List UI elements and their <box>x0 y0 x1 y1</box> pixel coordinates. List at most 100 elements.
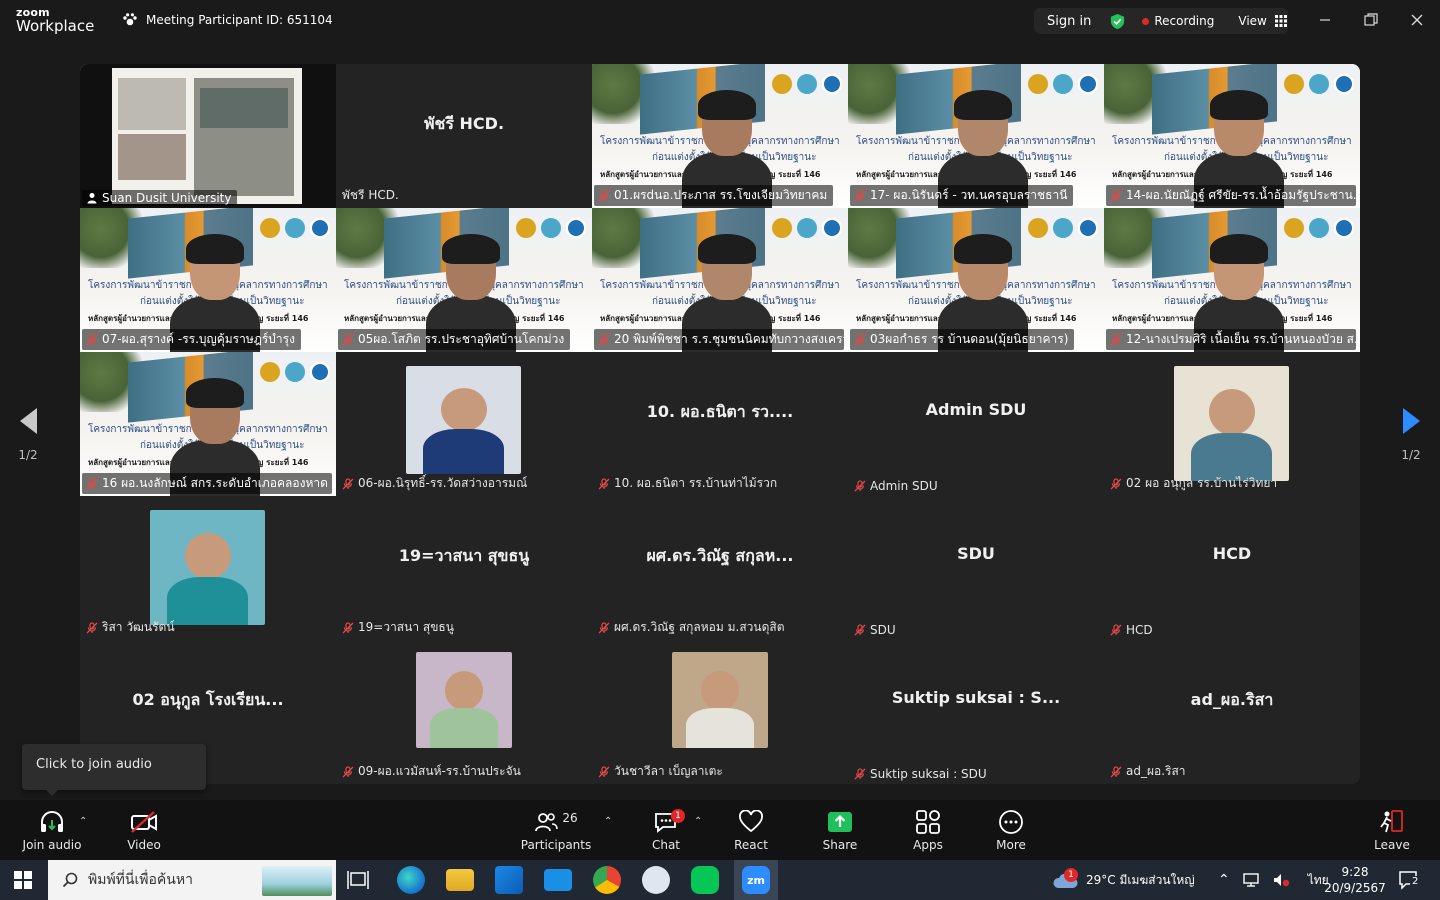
view-button[interactable]: View <box>1238 14 1287 28</box>
participant-name: พัชรี HCD. <box>342 188 399 202</box>
seal-logo-icon <box>1284 74 1304 94</box>
sign-in-link[interactable]: Sign in <box>1047 14 1091 29</box>
sdu-logo-icon <box>1309 74 1329 94</box>
participant-tile[interactable]: โครงการพัฒนาข้าราชการครูและบุคลากรทางการ… <box>80 208 336 352</box>
participant-tile[interactable]: โครงการพัฒนาข้าราชการครูและบุคลากรทางการ… <box>848 64 1104 208</box>
line-app-icon[interactable] <box>691 866 719 894</box>
participant-name-tag: 03ผอกำธร รร บ้านดอน(มุ้ยนิธยาคาร) <box>850 329 1075 350</box>
participant-tile[interactable]: 19=วาสนา สุขธนู 19=วาสนา สุขธนู <box>336 496 592 640</box>
hcd-logo-icon <box>566 218 586 238</box>
participant-tile[interactable]: 09-ผอ.แวมัสนห์-รร.บ้านประจัน <box>336 640 592 784</box>
participant-name-tag: ad_ผอ.ริสา <box>1106 761 1192 782</box>
mic-muted-icon <box>1110 624 1122 636</box>
mic-muted-icon <box>86 621 98 633</box>
mic-muted-icon <box>342 621 354 633</box>
chat-label: Chat <box>651 838 681 852</box>
edge-icon[interactable] <box>397 866 425 894</box>
more-button[interactable]: More <box>979 808 1043 856</box>
participant-tile[interactable]: Suan Dusit University <box>80 64 336 208</box>
participant-name: 20 พิมพ์พิชชา ร.ร.ชุมชนนิคมทับกวางสงเครา… <box>614 332 844 346</box>
shield-check-icon[interactable] <box>1109 13 1126 30</box>
participant-name-tag: วันชาวีลา เบ็ญลาเตะ <box>594 761 729 782</box>
page-prev[interactable]: 1/2 <box>8 400 48 462</box>
participants-options-caret-icon[interactable]: ⌃ <box>604 816 612 827</box>
chat-unread-badge: 1 <box>671 809 685 823</box>
maximize-button[interactable] <box>1348 0 1394 40</box>
volume-muted-icon[interactable] <box>1272 872 1290 888</box>
participant-tile[interactable]: วันชาวีลา เบ็ญลาเตะ <box>592 640 848 784</box>
join-audio-button[interactable]: Join audio <box>20 808 84 856</box>
participant-tile[interactable]: โครงการพัฒนาข้าราชการครูและบุคลากรทางการ… <box>592 64 848 208</box>
zoom-taskbar-button[interactable]: zm <box>734 860 778 900</box>
participant-tile[interactable]: โครงการพัฒนาข้าราชการครูและบุคลากรทางการ… <box>1104 208 1360 352</box>
participant-tile[interactable]: โครงการพัฒนาข้าราชการครูและบุคลากรทางการ… <box>336 208 592 352</box>
recording-indicator[interactable]: Recording <box>1142 14 1214 28</box>
chat-button[interactable]: Chat <box>634 808 698 856</box>
close-window-button[interactable] <box>1394 0 1440 40</box>
participant-tile[interactable]: โครงการพัฒนาข้าราชการครูและบุคลากรทางการ… <box>848 208 1104 352</box>
participant-avatar <box>406 366 521 474</box>
clock[interactable]: 9:28 20/9/2567 <box>1324 860 1386 900</box>
video-button[interactable]: Video <box>112 808 176 856</box>
participant-tile[interactable]: ผศ.ดร.วิณัฐ สกุลห... ผศ.ดร.วิณัฐ สกุลหอม … <box>592 496 848 640</box>
leave-icon <box>1380 810 1403 833</box>
join-audio-label: Join audio <box>22 838 82 852</box>
tray-chevron-icon[interactable]: ⌃ <box>1218 872 1230 888</box>
participant-tile[interactable]: Admin SDU Admin SDU <box>848 352 1104 496</box>
participant-name-tag: 06-ผอ.นิรุทธิ์-รร.วัดสว่างอารมณ์ <box>338 473 533 494</box>
notification-center[interactable]: 2 <box>1398 870 1421 894</box>
sdu-logo-icon <box>797 74 817 94</box>
chrome-icon[interactable] <box>593 866 621 894</box>
participant-tile[interactable]: โครงการพัฒนาข้าราชการครูและบุคลากรทางการ… <box>1104 64 1360 208</box>
store-icon[interactable] <box>495 866 523 894</box>
taskbar-search[interactable]: พิมพ์ที่นี่เพื่อค้นหา <box>48 860 336 900</box>
participant-name: ผศ.ดร.วิณัฐ สกุลหอม ม.สวนดุสิต <box>614 620 785 634</box>
participant-name: 01.ผรdนอ.ประภาส รร.โขงเจียมวิทยาคม <box>614 188 828 202</box>
task-view-icon[interactable] <box>347 870 369 890</box>
audio-options-caret-icon[interactable]: ⌃ <box>79 816 87 827</box>
meeting-info[interactable]: Meeting Participant ID: 651104 <box>122 12 333 28</box>
participant-tile[interactable]: SDU SDU <box>848 496 1104 640</box>
participants-label: Participants <box>520 838 592 852</box>
participant-tile[interactable]: 06-ผอ.นิรุทธิ์-รร.วัดสว่างอารมณ์ <box>336 352 592 496</box>
participant-name: 05ผอ.โสภิต รร.ประชาอุทิศบ้านโคกม่วง <box>358 332 565 346</box>
participant-name-tag: 10. ผอ.ธนิตา รร.บ้านท่าไม้รวก <box>594 473 783 494</box>
react-button[interactable]: React <box>719 808 783 856</box>
windows-start-icon[interactable] <box>14 871 32 893</box>
participant-tile[interactable]: ad_ผอ.ริสา ad_ผอ.ริสา <box>1104 640 1360 784</box>
share-button[interactable]: Share <box>808 808 872 856</box>
page-next[interactable]: 1/2 <box>1391 400 1431 462</box>
file-explorer-icon[interactable] <box>446 869 474 891</box>
apps-button[interactable]: Apps <box>896 808 960 856</box>
mic-muted-icon <box>854 480 866 492</box>
mail-icon[interactable] <box>544 869 572 891</box>
org-logos <box>516 218 586 238</box>
participant-name-tag: 20 พิมพ์พิชชา ร.ร.ชุมชนนิคมทับกวางสงเครา… <box>594 329 844 350</box>
network-icon[interactable] <box>1242 872 1260 888</box>
participant-display-name: SDU <box>957 544 995 563</box>
paw-icon <box>123 13 137 26</box>
participant-tile[interactable]: โครงการพัฒนาข้าราชการครูและบุคลากรทางการ… <box>80 352 336 496</box>
participant-tile[interactable]: Suktip suksai : S... Suktip suksai : SDU <box>848 640 1104 784</box>
participant-name: SDU <box>870 623 896 637</box>
participant-tile[interactable]: 10. ผอ.ธนิตา รว.... 10. ผอ.ธนิตา รร.บ้านท… <box>592 352 848 496</box>
page-indicator-left: 1/2 <box>18 448 38 462</box>
hcd-logo-icon <box>822 74 842 94</box>
seal-logo-icon <box>1284 218 1304 238</box>
chat-options-caret-icon[interactable]: ⌃ <box>694 816 702 827</box>
minimize-button[interactable] <box>1302 0 1348 40</box>
participant-display-name: ad_ผอ.ริสา <box>1190 690 1274 709</box>
participant-tile[interactable]: HCD HCD <box>1104 496 1360 640</box>
org-logos <box>772 74 842 94</box>
participant-name-tag: 05ผอ.โสภิต รร.ประชาอุทิศบ้านโคกม่วง <box>338 329 571 350</box>
mic-muted-icon <box>598 621 610 633</box>
participant-tile[interactable]: พัชรี HCD. พัชรี HCD. <box>336 64 592 208</box>
leave-button[interactable]: Leave <box>1360 808 1424 856</box>
participant-tile[interactable]: ริสา วัฒนรัตน์ <box>80 496 336 640</box>
snipping-tool-icon[interactable] <box>642 866 670 894</box>
participant-tile[interactable]: โครงการพัฒนาข้าราชการครูและบุคลากรทางการ… <box>592 208 848 352</box>
participants-button[interactable]: 26 Participants <box>518 808 594 856</box>
title-bar: zoom Workplace Meeting Participant ID: 6… <box>0 0 1440 44</box>
participant-tile[interactable]: 02 ผอ อนุกูล รร.บ้านไร่วิทยา <box>1104 352 1360 496</box>
participant-display-name: Admin SDU <box>925 400 1027 419</box>
